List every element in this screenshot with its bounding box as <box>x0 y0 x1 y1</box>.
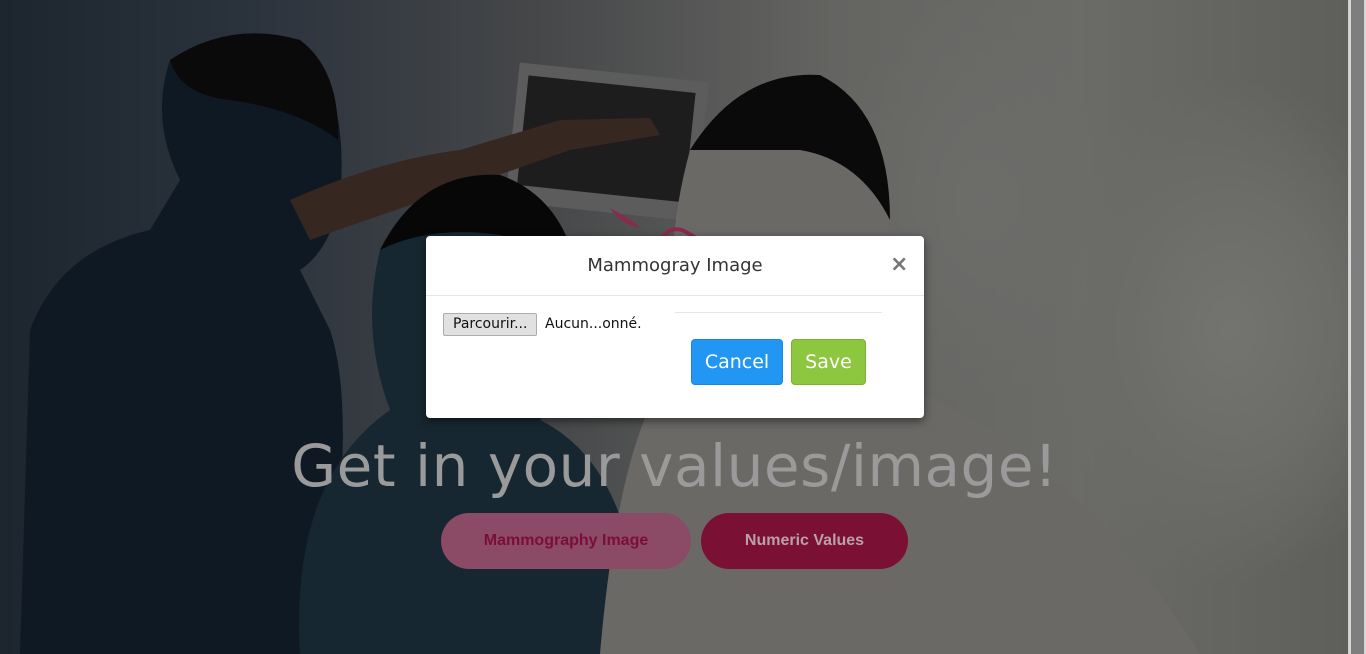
scrollbar-thumb[interactable] <box>1351 0 1364 654</box>
file-browse-button[interactable]: Parcourir... <box>443 313 538 336</box>
divider <box>675 312 882 313</box>
page-scrollbar[interactable] <box>1348 0 1366 654</box>
save-button[interactable]: Save <box>791 339 866 385</box>
hero-heading: Get in your values/image! <box>291 432 1058 500</box>
mammography-image-button[interactable]: Mammography Image <box>441 513 691 569</box>
mammogram-upload-modal: Mammogray Image × Parcourir... Aucun...o… <box>426 236 924 418</box>
cancel-button[interactable]: Cancel <box>691 339 783 385</box>
modal-header: Mammogray Image × <box>426 236 924 296</box>
page: Get in your values/image! Mammography Im… <box>0 0 1366 654</box>
close-icon[interactable]: × <box>890 253 908 277</box>
file-input-status: Aucun...onné. <box>545 316 642 332</box>
modal-title: Mammogray Image <box>587 255 763 276</box>
numeric-values-button[interactable]: Numeric Values <box>701 513 908 569</box>
